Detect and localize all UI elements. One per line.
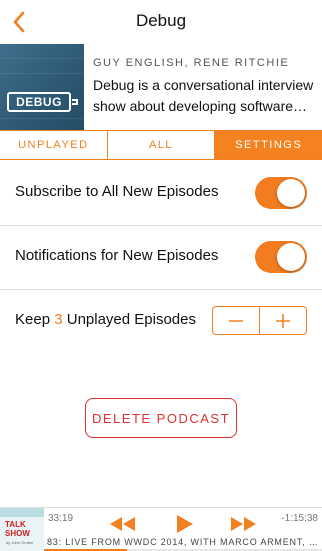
podcast-artwork: DEBUG — [0, 44, 84, 130]
tab-all[interactable]: ALL — [107, 131, 216, 159]
plus-icon — [276, 313, 290, 328]
episode-filter-tabs: UNPLAYED ALL SETTINGS — [0, 130, 322, 160]
page-title: Debug — [135, 11, 187, 30]
plug-icon — [72, 99, 78, 105]
podcast-header: DEBUG GUY ENGLISH, RENE RITCHIE Debug is… — [0, 44, 322, 130]
subscribe-label: Subscribe to All New Episodes — [15, 183, 219, 200]
keep-episodes-row: Keep 3 Unplayed Episodes — [0, 289, 322, 353]
keep-count-stepper — [212, 306, 307, 335]
keep-episodes-label: Keep 3 Unplayed Episodes — [15, 311, 196, 328]
delete-podcast-button[interactable]: DELETE PODCAST — [85, 398, 237, 438]
artwork-title: TALK SHOW — [5, 520, 30, 538]
rewind-button[interactable] — [108, 513, 136, 535]
podcast-authors: GUY ENGLISH, RENE RITCHIE — [93, 57, 290, 69]
play-button[interactable] — [173, 513, 195, 535]
keep-count: 3 — [54, 311, 63, 328]
subscribe-row: Subscribe to All New Episodes — [0, 161, 322, 225]
remaining-time: -1:15:38 — [281, 513, 318, 524]
episode-artwork[interactable]: TALK SHOW by John Gruber — [0, 508, 44, 551]
minus-icon — [229, 319, 243, 322]
decrement-button[interactable] — [213, 307, 260, 334]
artwork-byline: by John Gruber — [6, 540, 34, 545]
play-icon — [177, 515, 193, 533]
artwork-logo: DEBUG — [7, 92, 71, 112]
increment-button[interactable] — [260, 307, 306, 334]
fast-forward-icon — [231, 517, 256, 531]
keep-suffix: Unplayed Episodes — [66, 311, 196, 328]
podcast-description[interactable]: Debug is a conversational interview show… — [93, 75, 315, 117]
elapsed-time: 33:19 — [48, 513, 74, 524]
tab-settings[interactable]: SETTINGS — [215, 131, 322, 159]
fast-forward-button[interactable] — [230, 513, 258, 535]
tab-unplayed[interactable]: UNPLAYED — [0, 131, 108, 159]
notifications-toggle[interactable] — [255, 241, 307, 273]
navigation-bar: Debug — [0, 0, 322, 44]
rewind-icon — [110, 517, 135, 531]
notifications-row: Notifications for New Episodes — [0, 225, 322, 289]
toggle-knob — [277, 179, 305, 207]
now-playing-title[interactable]: 83: LIVE FROM WWDC 2014, WITH MARCO ARME… — [47, 537, 319, 547]
mini-player: TALK SHOW by John Gruber 33:19 -1:15:38 8… — [0, 507, 322, 551]
toggle-knob — [277, 243, 305, 271]
subscribe-toggle[interactable] — [255, 177, 307, 209]
notifications-label: Notifications for New Episodes — [15, 247, 219, 264]
keep-prefix: Keep — [15, 311, 51, 328]
